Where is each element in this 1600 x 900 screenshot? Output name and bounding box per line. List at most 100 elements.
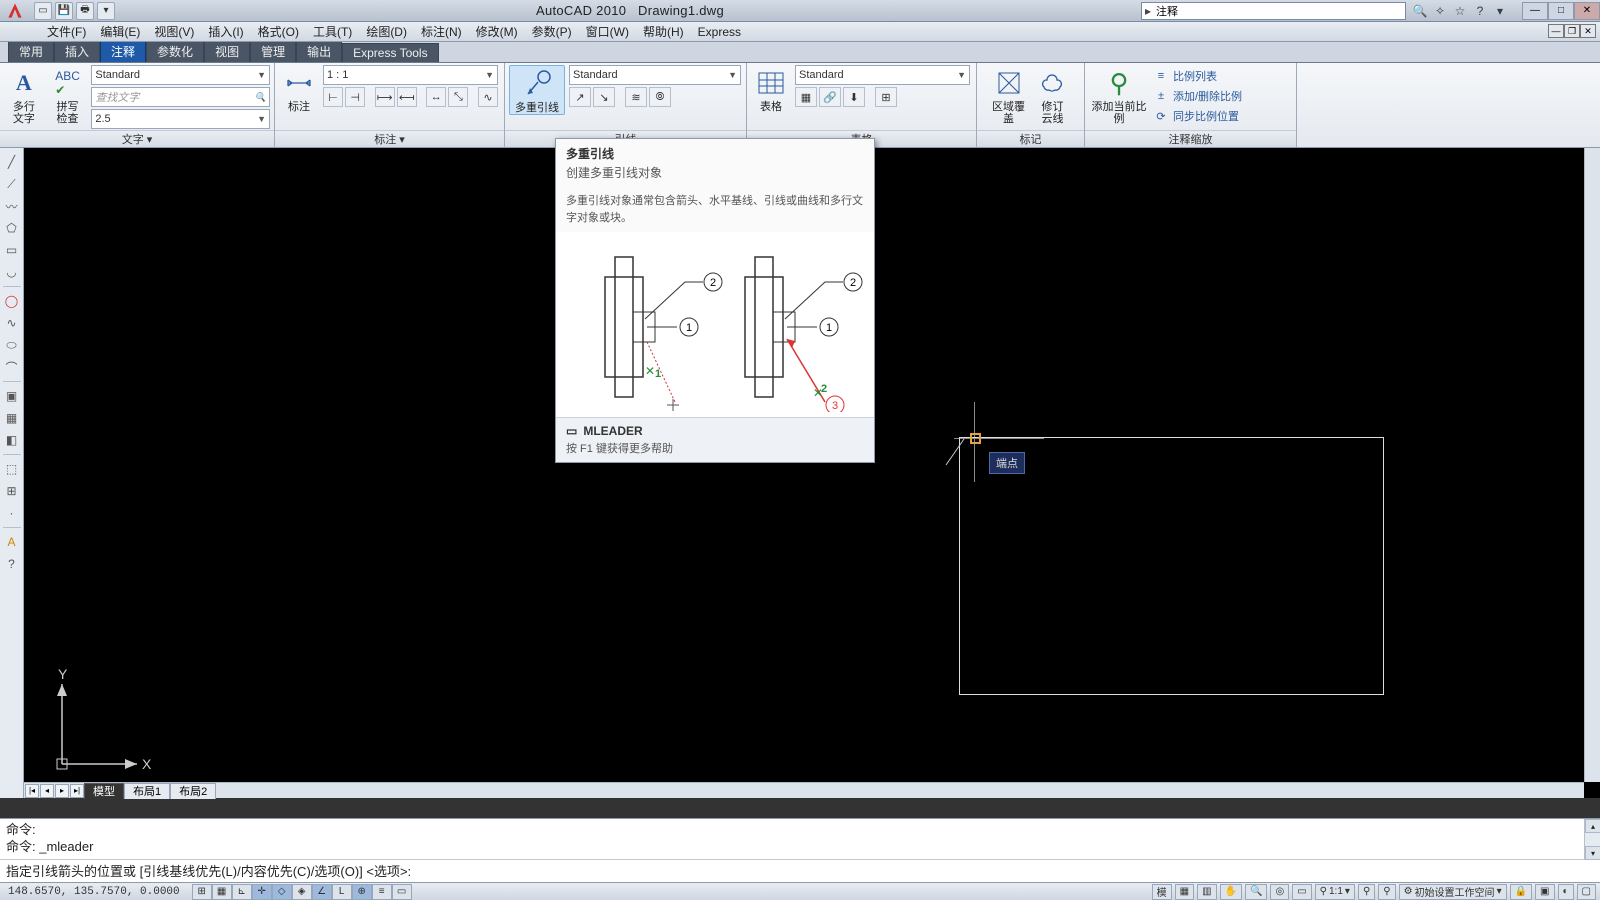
panel-title-text[interactable]: 文字 ▾ [0,130,274,147]
table-button[interactable]: 表格 [751,65,791,113]
ducs-toggle[interactable]: L [332,884,352,900]
tab-home[interactable]: 常用 [8,40,54,62]
pline-icon[interactable]: 〰 [2,196,22,216]
wipeout-button[interactable]: 区域覆盖 [989,65,1029,125]
quickview-drawings[interactable]: ▥ [1197,884,1216,900]
showmotion-icon[interactable]: ▭ [1292,884,1311,900]
favorites-icon[interactable]: ☆ [1452,3,1468,19]
ellipse-icon[interactable]: ⬭ [2,335,22,355]
scale-list-link[interactable]: ≡比例列表 [1153,67,1242,85]
dim-btn-5[interactable]: ↔ [426,87,446,107]
tab-insert[interactable]: 插入 [54,40,100,62]
table-link-icon[interactable]: 🔗 [819,87,841,107]
mleader-style-combo[interactable]: Standard▼ [569,65,741,85]
qat-more-icon[interactable]: ▾ [97,2,115,20]
anno-visibility-icon[interactable]: ⚲ [1358,884,1375,900]
tab-manage[interactable]: 管理 [250,40,296,62]
app-menu-button[interactable] [0,0,30,22]
dyn-toggle[interactable]: ⊕ [352,884,372,900]
command-scrollbar[interactable]: ▴ ▾ [1584,819,1600,860]
mtext-tool-icon[interactable]: A [2,532,22,552]
mdi-restore[interactable]: ❐ [1564,24,1580,38]
tab-view[interactable]: 视图 [204,40,250,62]
toolbar-lock-icon[interactable]: 🔒 [1510,884,1532,900]
panel-title-dim[interactable]: 标注 ▾ [275,130,504,147]
dim-btn-7[interactable]: ∿ [478,87,498,107]
tab-output[interactable]: 输出 [296,40,342,62]
tab-parametric[interactable]: 参数化 [146,40,204,62]
polar-toggle[interactable]: ✛ [252,884,272,900]
osnap-toggle[interactable]: ◇ [272,884,292,900]
otrack-toggle[interactable]: ∠ [312,884,332,900]
steering-wheel-icon[interactable]: ◎ [1270,884,1289,900]
tab-express[interactable]: Express Tools [342,43,438,62]
gradient-icon[interactable]: ◧ [2,430,22,450]
xline-icon[interactable]: ⟋ [2,174,22,194]
ellipse-arc-icon[interactable]: ⌒ [2,357,22,377]
scrollbar-vertical[interactable] [1584,148,1600,782]
close-button[interactable]: ✕ [1574,2,1600,20]
anno-autoscale-icon[interactable]: ⚲ [1378,884,1395,900]
menu-view[interactable]: 视图(V) [147,23,201,40]
clean-screen-icon[interactable]: ▢ [1577,884,1596,900]
dim-btn-3[interactable]: ⟼ [375,87,395,107]
command-line[interactable]: 指定引线箭头的位置或 [引线基线优先(L)/内容优先(C)/选项(O)] <选项… [0,859,1600,881]
layout-tab-2[interactable]: 布局2 [170,783,216,799]
dim-btn-2[interactable]: ⊣ [345,87,365,107]
mdi-close[interactable]: ✕ [1580,24,1596,38]
qat-new-icon[interactable]: ▭ [34,2,52,20]
arc-icon[interactable]: ◡ [2,262,22,282]
dimension-button[interactable]: 标注 [279,65,319,113]
tab-nav-last[interactable]: ▸| [70,784,84,798]
help-tool-icon[interactable]: ? [2,554,22,574]
comm-center-icon[interactable]: ✧ [1432,3,1448,19]
ortho-toggle[interactable]: ⊾ [232,884,252,900]
find-text-input[interactable]: 查找文字🔍 [91,87,270,107]
search-input[interactable] [1154,5,1405,17]
text-style-combo[interactable]: Standard▼ [91,65,270,85]
polygon-icon[interactable]: ⬠ [2,218,22,238]
menu-express[interactable]: Express [691,25,748,39]
table-style-combo[interactable]: Standard▼ [795,65,970,85]
3dosnap-toggle[interactable]: ◈ [292,884,312,900]
snap-toggle[interactable]: ⊞ [192,884,212,900]
hardware-accel-icon[interactable]: ▣ [1535,884,1554,900]
table-extract-icon[interactable]: ▦ [795,87,817,107]
menu-insert[interactable]: 插入(I) [201,23,250,40]
table-export-icon[interactable]: ⊞ [875,87,897,107]
point-icon[interactable]: · [2,503,22,523]
qat-save-icon[interactable]: 💾 [55,2,73,20]
mleader-remove-icon[interactable]: ↘ [593,87,615,107]
menu-format[interactable]: 格式(O) [251,23,306,40]
table-download-icon[interactable]: ⬇ [843,87,865,107]
table-tool-icon[interactable]: ⊞ [2,481,22,501]
isolate-objects-icon[interactable]: ◐ [1558,884,1574,900]
mdi-minimize[interactable]: — [1548,24,1564,38]
revcloud-button[interactable]: 修订 云线 [1033,65,1073,125]
menu-dimension[interactable]: 标注(N) [414,23,469,40]
menu-file[interactable]: 文件(F) [40,23,93,40]
multileader-button[interactable]: 多重引线 [509,65,565,115]
circle-icon[interactable]: ◯ [2,291,22,311]
sync-scale-link[interactable]: ⟳同步比例位置 [1153,107,1242,125]
menu-window[interactable]: 窗口(W) [579,23,636,40]
mleader-add-icon[interactable]: ↗ [569,87,591,107]
text-height-combo[interactable]: 2.5▼ [91,109,270,129]
dim-btn-1[interactable]: ⊢ [323,87,343,107]
infocenter-search[interactable]: ▸ [1141,2,1406,20]
search-icon[interactable]: 🔍 [1412,3,1428,19]
mleader-align-icon[interactable]: ≋ [625,87,647,107]
qat-print-icon[interactable]: 🖶 [76,2,94,20]
tab-nav-first[interactable]: |◂ [25,784,39,798]
spline-icon[interactable]: ∿ [2,313,22,333]
lwt-toggle[interactable]: ≡ [372,884,392,900]
add-del-scale-link[interactable]: ±添加/删除比例 [1153,87,1242,105]
layout-tab-1[interactable]: 布局1 [124,783,170,799]
help-icon[interactable]: ? [1472,3,1488,19]
quickview-layouts[interactable]: ▦ [1175,884,1194,900]
menu-parametric[interactable]: 参数(P) [525,23,579,40]
maximize-button[interactable]: □ [1548,2,1574,20]
menu-help[interactable]: 帮助(H) [636,23,691,40]
coordinates-readout[interactable]: 148.6570, 135.7570, 0.0000 [0,886,188,898]
menu-modify[interactable]: 修改(M) [469,23,525,40]
